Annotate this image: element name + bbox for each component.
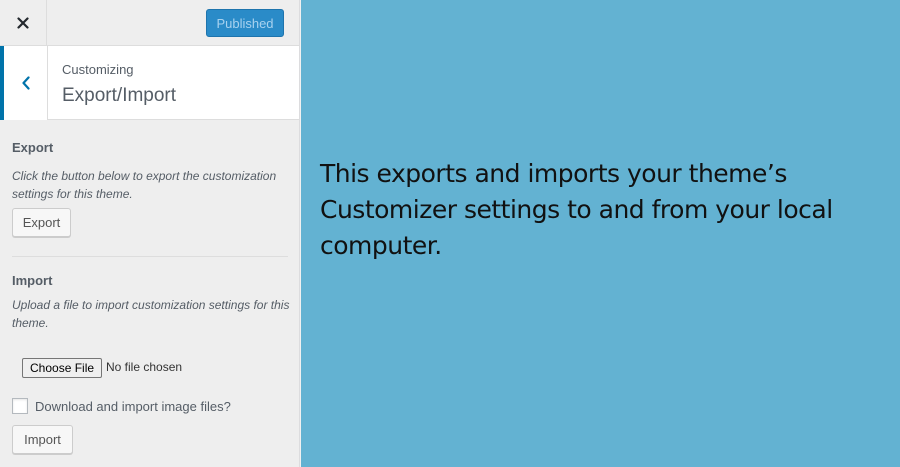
preview-panel: This exports and imports your theme’s Cu… [301,0,900,467]
published-button[interactable]: Published [206,9,284,37]
close-button[interactable] [0,0,47,46]
section-title: Export/Import [62,85,177,106]
import-button[interactable]: Import [12,425,73,454]
customizer-sidebar: Published Customizing Export/Import Expo… [0,0,300,467]
choose-file-button[interactable]: Choose File [22,358,103,378]
export-description: Click the button below to export the cus… [12,169,277,201]
chevron-left-icon [21,76,30,90]
download-images-checkbox[interactable] [12,398,28,414]
breadcrumb: Customizing [62,62,134,77]
import-description: Upload a file to import customization se… [12,298,290,330]
preview-text: This exports and imports your theme’s Cu… [320,159,833,260]
download-images-label[interactable]: Download and import image files? [35,399,231,414]
export-button[interactable]: Export [12,208,71,237]
import-heading: Import [12,273,53,288]
section-header: Customizing Export/Import [0,46,299,120]
customizer-header: Published [0,0,299,46]
file-status: No file chosen [106,360,183,374]
section-divider [12,256,288,257]
export-heading: Export [12,140,54,155]
close-icon [17,17,29,29]
back-button[interactable] [0,46,48,120]
